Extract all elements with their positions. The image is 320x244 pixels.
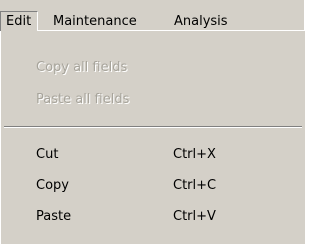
- edit-menu-dropdown: Copy all fields Paste all fields Cut Ctr…: [0, 30, 305, 244]
- menu-item-shortcut: Ctrl+C: [173, 178, 217, 193]
- menu-separator: [4, 126, 302, 128]
- menu-item-label: Copy all fields: [36, 60, 128, 75]
- menu-analysis[interactable]: Analysis: [174, 13, 228, 31]
- menu-item-label: Copy: [36, 178, 69, 193]
- menu-bar: Edit Maintenance Analysis: [0, 0, 304, 31]
- menu-item-shortcut: Ctrl+X: [173, 147, 216, 162]
- menu-maintenance[interactable]: Maintenance: [53, 13, 137, 31]
- menu-item-copy[interactable]: Copy Ctrl+C: [1, 174, 291, 198]
- menu-edit[interactable]: Edit: [0, 11, 39, 31]
- menu-item-label: Paste all fields: [36, 92, 130, 107]
- menu-item-label: Paste: [36, 209, 72, 224]
- menu-item-cut[interactable]: Cut Ctrl+X: [1, 143, 291, 167]
- menu-item-paste[interactable]: Paste Ctrl+V: [1, 205, 291, 229]
- menu-item-copy-all-fields: Copy all fields: [1, 56, 291, 80]
- menu-item-paste-all-fields: Paste all fields: [1, 88, 291, 112]
- menu-item-shortcut: Ctrl+V: [173, 209, 216, 224]
- menu-item-label: Cut: [36, 147, 59, 162]
